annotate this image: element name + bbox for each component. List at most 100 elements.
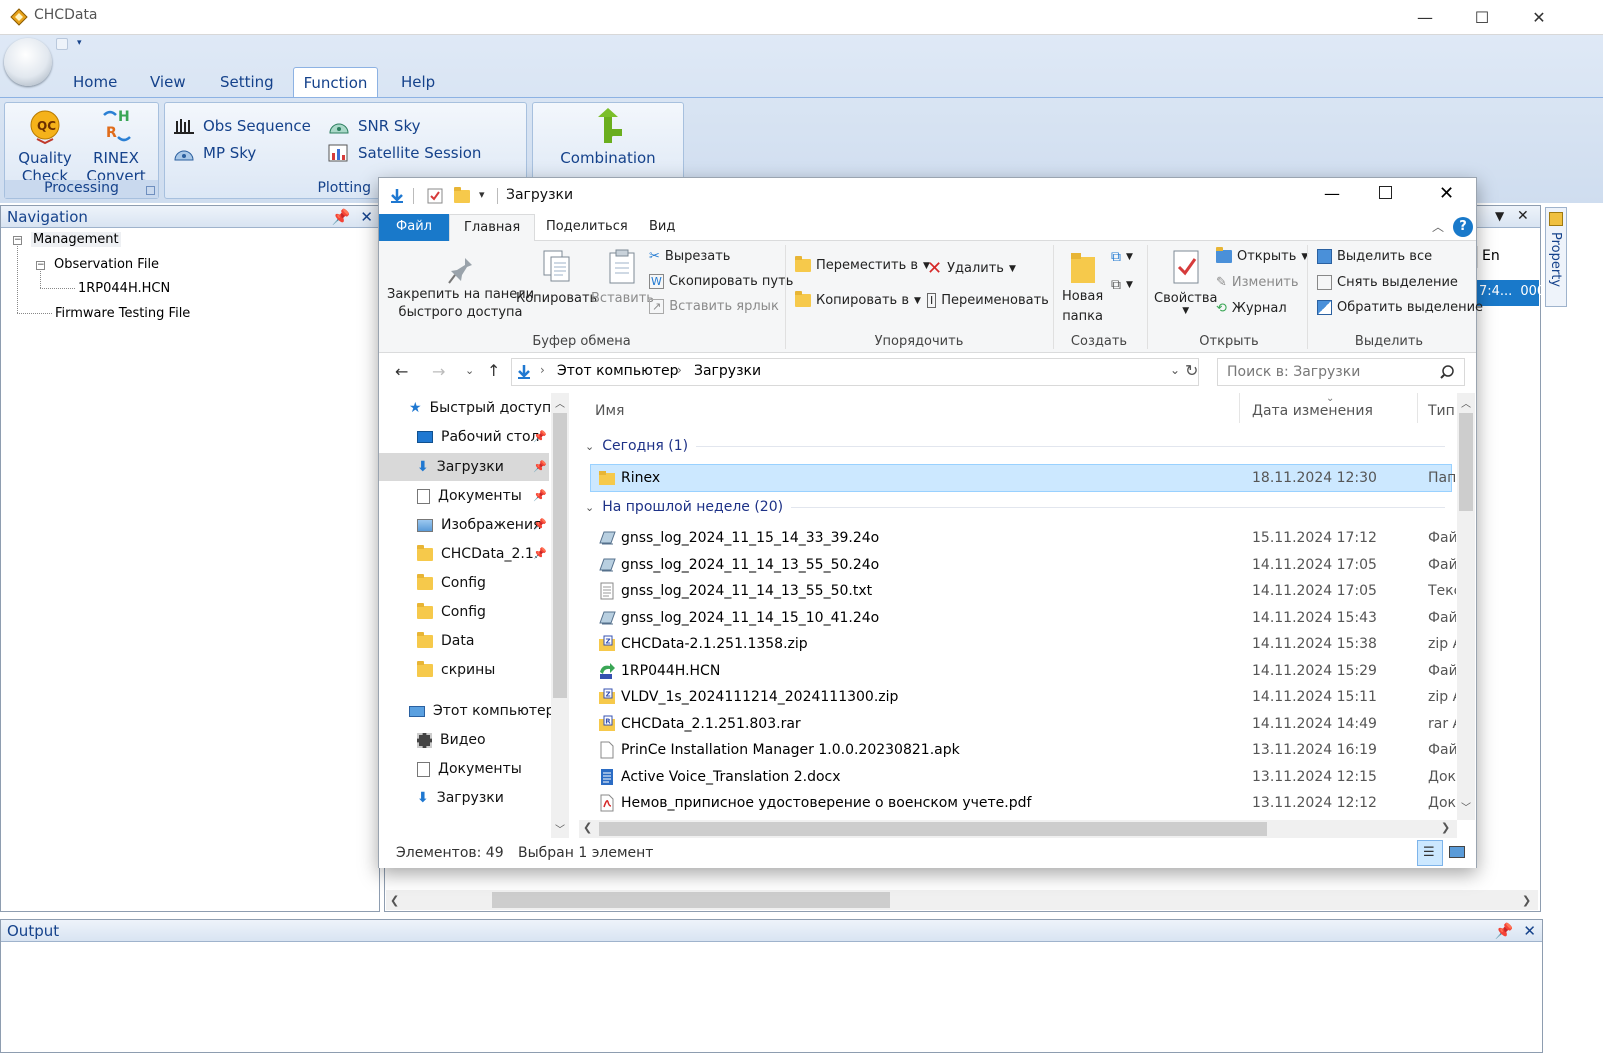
application-menu-orb[interactable]	[4, 38, 52, 86]
customize-quick-access-icon[interactable]: ▾	[479, 188, 485, 201]
new-folder-button[interactable]: Новая папка	[1062, 251, 1103, 325]
quick-access-dropdown-icon[interactable]: ▾	[77, 38, 82, 48]
explorer-maximize-button[interactable]	[1379, 186, 1392, 199]
quick-access-icon[interactable]	[56, 38, 68, 50]
file-row[interactable]: Z CHCData-2.1.251.1358.zip 14.11.2024 15:3…	[591, 631, 1456, 657]
properties-button[interactable]: Свойства ▼	[1154, 249, 1218, 316]
help-icon[interactable]: ?	[1453, 217, 1473, 237]
large-icons-view-button[interactable]	[1447, 843, 1467, 863]
properties-checkbox-icon[interactable]	[427, 188, 443, 204]
minimize-button[interactable]: —	[1402, 0, 1448, 34]
nav-folder-config[interactable]: Config	[417, 599, 547, 625]
easy-access-button[interactable]: ⧉ ▼	[1111, 277, 1133, 293]
nav-folder-config[interactable]: Config	[417, 570, 547, 596]
recent-locations-icon[interactable]: ⌄	[465, 364, 474, 377]
file-list-horizontal-scrollbar[interactable]: ❮ ❯	[579, 820, 1457, 838]
column-header-date[interactable]: Дата изменения	[1252, 403, 1373, 419]
obs-sequence-button[interactable]: Obs Sequence	[173, 117, 311, 135]
explorer-minimize-button[interactable]: —	[1324, 184, 1340, 203]
file-row[interactable]: Rinex 18.11.2024 12:30 Пап	[590, 464, 1456, 492]
tree-node-management[interactable]: Management	[31, 232, 121, 247]
column-header-name[interactable]: Имя	[595, 403, 624, 419]
selected-row-fragment[interactable]: 7:4... 000	[1477, 280, 1545, 306]
breadcrumb-this-pc[interactable]: Этот компьютер	[557, 363, 679, 379]
scrollbar-thumb[interactable]	[599, 822, 1267, 836]
search-icon[interactable]	[1440, 365, 1454, 379]
quality-check-button[interactable]: QC Quality Check	[15, 109, 75, 185]
breadcrumb-chevron-icon[interactable]: ›	[540, 363, 545, 377]
collapse-icon[interactable]: −	[13, 236, 22, 245]
back-button[interactable]: ←	[395, 362, 408, 381]
nav-folder-screenshots[interactable]: скрины	[417, 657, 547, 683]
select-all-button[interactable]: Выделить все	[1317, 249, 1432, 264]
scroll-right-icon[interactable]: ❯	[1522, 894, 1531, 907]
nav-videos[interactable]: Видео	[417, 727, 547, 753]
rinex-convert-button[interactable]: H R RINEX Convert	[85, 107, 147, 185]
group-header-today[interactable]: ⌄ Сегодня (1)	[585, 438, 1445, 454]
property-side-tab[interactable]: Property	[1545, 207, 1567, 307]
history-button[interactable]: ⟲ Журнал	[1216, 301, 1287, 316]
rename-button[interactable]: I Переименовать	[927, 293, 1049, 308]
tab-view[interactable]: Вид	[635, 214, 689, 241]
scroll-up-icon[interactable]: ︿	[1461, 395, 1471, 410]
nav-this-pc[interactable]: Этот компьютер	[409, 698, 559, 724]
scrollbar-thumb[interactable]	[1459, 413, 1473, 511]
pin-icon[interactable]: 📌	[1495, 922, 1514, 940]
nav-pictures[interactable]: Изображения	[417, 512, 545, 538]
document-list-dropdown-icon[interactable]: ▼	[1495, 209, 1504, 223]
address-bar[interactable]: › Этот компьютер › Загрузки ⌄	[511, 358, 1199, 386]
file-list-vertical-scrollbar[interactable]: ︿ ﹀	[1457, 393, 1475, 820]
edit-button[interactable]: ✎ Изменить	[1216, 275, 1299, 290]
pin-icon[interactable]: 📌	[332, 208, 351, 226]
file-row[interactable]: gnss_log_2024_11_14_13_55_50.24o 14.11.20…	[591, 552, 1456, 578]
paste-shortcut-button[interactable]: ↗ Вставить ярлык	[649, 299, 779, 314]
tree-node-file[interactable]: 1RP044H.HCN	[78, 281, 170, 296]
file-row[interactable]: gnss_log_2024_11_14_13_55_50.txt 14.11.20…	[591, 578, 1456, 604]
tab-home[interactable]: Home	[65, 67, 125, 97]
nav-documents-pc[interactable]: Документы	[417, 756, 547, 782]
refresh-icon[interactable]: ↻	[1185, 361, 1198, 380]
copy-path-button[interactable]: W Скопировать путь	[649, 274, 793, 289]
file-row[interactable]: 1RP044H.HCN 14.11.2024 15:29 Фай	[591, 658, 1456, 684]
file-row[interactable]: PrinCe Installation Manager 1.0.0.202308…	[591, 737, 1456, 763]
tab-view[interactable]: View	[142, 67, 194, 97]
paste-button[interactable]: Вставить	[591, 249, 654, 306]
explorer-close-button[interactable]: ✕	[1439, 183, 1454, 204]
satellite-session-button[interactable]: Satellite Session	[328, 144, 481, 162]
nav-downloads[interactable]: ⬇ Загрузки	[417, 454, 545, 480]
address-dropdown-icon[interactable]: ⌄	[1170, 363, 1180, 377]
file-row[interactable]: Немов_приписное удостоверение о военском…	[591, 790, 1456, 816]
nav-documents[interactable]: Документы	[417, 483, 545, 509]
nav-folder-chcdata[interactable]: CHCData_2.1.	[417, 541, 545, 567]
pin-quick-access-button[interactable]: Закрепить на панели быстрого доступа	[387, 255, 534, 321]
file-row[interactable]: R CHCData_2.1.251.803.rar 14.11.2024 14:49…	[591, 711, 1456, 737]
dialog-launcher-icon[interactable]	[146, 186, 155, 195]
nav-desktop[interactable]: Рабочий стол	[417, 424, 545, 450]
combination-button[interactable]: Combination	[543, 107, 673, 167]
nav-folder-data[interactable]: Data	[417, 628, 547, 654]
new-folder-quick-icon[interactable]	[454, 187, 470, 207]
breadcrumb-downloads[interactable]: Загрузки	[694, 363, 761, 379]
search-box[interactable]: Поиск в: Загрузки	[1217, 358, 1465, 386]
file-row[interactable]: Z VLDV_1s_2024111214_2024111300.zip 14.11.…	[591, 684, 1456, 710]
scroll-down-icon[interactable]: ﹀	[555, 821, 565, 836]
nav-downloads-pc[interactable]: ⬇ Загрузки	[417, 785, 547, 811]
tab-file[interactable]: Файл	[379, 214, 449, 241]
mp-sky-button[interactable]: MP Sky	[173, 144, 256, 162]
tab-function[interactable]: Function	[293, 67, 378, 97]
invert-selection-button[interactable]: Обратить выделение	[1317, 300, 1483, 315]
tab-share[interactable]: Поделиться	[532, 214, 642, 241]
collapse-ribbon-icon[interactable]: ︿	[1432, 218, 1444, 235]
navigation-close-icon[interactable]: ✕	[360, 208, 373, 226]
close-button[interactable]: ✕	[1516, 0, 1562, 34]
open-button[interactable]: Открыть ▼	[1216, 247, 1308, 264]
breadcrumb-chevron-icon[interactable]: ›	[677, 363, 682, 377]
collapse-icon[interactable]: −	[36, 261, 45, 270]
output-close-icon[interactable]: ✕	[1523, 922, 1536, 940]
delete-button[interactable]: ✕ Удалить ▼	[927, 258, 1016, 279]
document-horizontal-scrollbar[interactable]: ❮ ❯	[386, 890, 1538, 910]
tab-help[interactable]: Help	[393, 67, 443, 97]
tree-node-firmware-testing-file[interactable]: Firmware Testing File	[55, 306, 190, 321]
scroll-left-icon[interactable]: ❮	[390, 894, 399, 907]
scroll-left-icon[interactable]: ❮	[583, 821, 592, 834]
